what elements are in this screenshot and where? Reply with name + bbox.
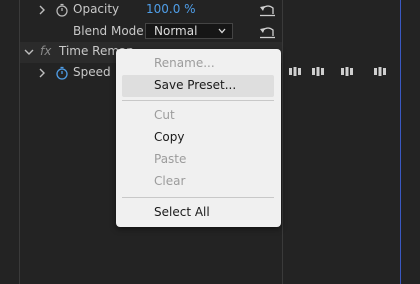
menu-item-clear[interactable]: Clear xyxy=(122,171,274,193)
timeline-divider xyxy=(282,0,283,284)
opacity-row: Opacity 100.0 % xyxy=(20,0,282,21)
menu-item-copy[interactable]: Copy xyxy=(122,127,274,149)
stopwatch-icon[interactable] xyxy=(55,3,69,17)
blend-mode-dropdown[interactable]: Normal xyxy=(145,23,233,39)
speed-label: Speed xyxy=(73,65,111,79)
context-menu: Rename... Save Preset... Cut Copy Paste … xyxy=(116,49,281,227)
menu-item-select-all[interactable]: Select All xyxy=(122,202,274,224)
menu-item-label: Clear xyxy=(154,174,186,188)
chevron-right-icon[interactable] xyxy=(37,68,47,78)
menu-item-label: Select All xyxy=(154,205,210,219)
reset-icon[interactable] xyxy=(259,3,277,17)
menu-item-label: Copy xyxy=(154,130,185,144)
reset-icon[interactable] xyxy=(259,25,277,39)
fx-badge[interactable]: fx xyxy=(40,44,51,58)
menu-item-label: Cut xyxy=(154,108,175,122)
stopwatch-icon[interactable] xyxy=(55,66,69,80)
menu-item-paste[interactable]: Paste xyxy=(122,149,274,171)
opacity-label: Opacity xyxy=(73,2,120,16)
chevron-down-icon xyxy=(218,28,226,34)
keyframe-marker-icon[interactable] xyxy=(288,65,302,79)
menu-item-label: Rename... xyxy=(154,56,215,70)
menu-separator xyxy=(122,100,274,101)
chevron-down-icon[interactable] xyxy=(24,47,34,57)
menu-item-rename[interactable]: Rename... xyxy=(122,53,274,75)
menu-item-save-preset[interactable]: Save Preset... xyxy=(122,75,274,97)
panel-right-boundary xyxy=(400,0,401,284)
blend-mode-label: Blend Mode xyxy=(73,24,144,38)
opacity-value[interactable]: 100.0 % xyxy=(146,2,196,16)
menu-item-cut[interactable]: Cut xyxy=(122,105,274,127)
chevron-right-icon[interactable] xyxy=(37,5,47,15)
blend-mode-value: Normal xyxy=(154,24,198,38)
menu-separator xyxy=(122,197,274,198)
keyframe-marker-icon[interactable] xyxy=(373,65,387,79)
keyframe-marker-icon[interactable] xyxy=(340,65,354,79)
menu-item-label: Save Preset... xyxy=(154,78,237,92)
keyframe-marker-icon[interactable] xyxy=(311,65,325,79)
menu-item-label: Paste xyxy=(154,152,187,166)
